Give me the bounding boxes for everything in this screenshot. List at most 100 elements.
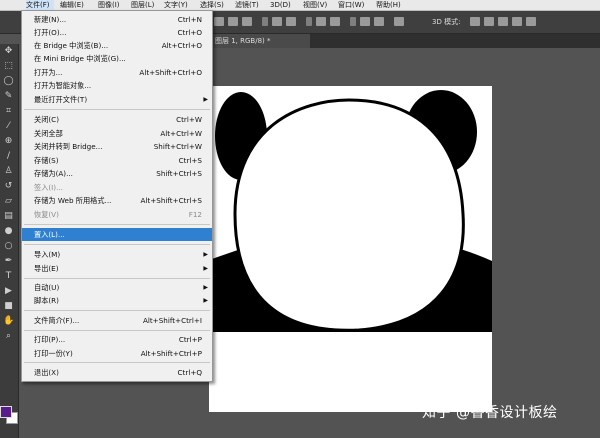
menu-item-save[interactable]: 存储(S) Ctrl+S [22,154,212,167]
align-right-icon[interactable] [286,17,296,26]
menu-item-label: 关闭(C) [34,115,60,124]
menu-item-import[interactable]: 导入(M) ▶ [22,248,212,261]
menu-filter[interactable]: 滤镜(T) [235,0,259,10]
menu-edit[interactable]: 编辑(E) [60,0,84,10]
pen-tool-icon[interactable]: ✒ [3,256,14,267]
menu-item-scripts[interactable]: 脚本(R) ▶ [22,294,212,307]
menu-item-new[interactable]: 新建(N)... Ctrl+N [22,13,212,26]
gradient-icon[interactable]: ▤ [3,211,14,222]
menu-separator [24,224,210,225]
healing-brush-icon[interactable]: ⊕ [3,136,14,147]
menu-3d[interactable]: 3D(D) [270,0,291,10]
3d-scale-icon[interactable] [526,17,536,26]
menu-item-label: 新建(N)... [34,15,67,24]
menu-file[interactable]: 文件(F) [26,0,54,10]
menu-item-save-as[interactable]: 存储为(A)... Shift+Ctrl+S [22,167,212,180]
menu-item-label: 存储为(A)... [34,169,73,178]
menu-item-label: 最近打开文件(T) [34,95,88,104]
eyedropper-icon[interactable]: ⁄ [3,121,14,132]
type-tool-icon[interactable]: T [3,271,14,282]
align-top-icon[interactable] [214,17,224,26]
distribute-hcenter-icon[interactable] [360,17,370,26]
clone-stamp-icon[interactable]: ♙ [3,166,14,177]
path-select-icon[interactable]: ▶ [3,286,14,297]
align-vcenter-icon[interactable] [228,17,238,26]
hand-tool-icon[interactable]: ✋ [3,316,14,327]
tools-panel: ✥ ⬚ ◯ ✎ ⌗ ⁄ ⊕ / ♙ ↺ ▱ ▤ ● ○ ✒ T ▶ ■ ✋ ⌕ [0,44,19,438]
align-left-icon[interactable] [262,17,268,26]
menu-item-print-one-copy[interactable]: 打印一份(Y) Alt+Shift+Ctrl+P [22,347,212,360]
menu-item-automate[interactable]: 自动(U) ▶ [22,281,212,294]
menu-item-label: 置入(L)... [34,230,65,239]
menu-item-close-all[interactable]: 关闭全部 Alt+Ctrl+W [22,127,212,140]
menu-item-export[interactable]: 导出(E) ▶ [22,262,212,275]
distribute-right-icon[interactable] [374,17,384,26]
menu-item-save-for-web[interactable]: 存储为 Web 所用格式... Alt+Shift+Ctrl+S [22,194,212,207]
menu-item-open-recent[interactable]: 最近打开文件(T) ▶ [22,93,212,106]
menu-item-open[interactable]: 打开(O)... Ctrl+O [22,26,212,39]
marquee-tool-icon[interactable]: ⬚ [3,61,14,72]
eraser-icon[interactable]: ▱ [3,196,14,207]
foreground-color-swatch[interactable] [0,406,12,418]
zoom-tool-icon[interactable]: ⌕ [3,331,14,342]
menu-item-label: 签入(I)... [34,183,63,192]
3d-roll-icon[interactable] [484,17,494,26]
menu-item-label: 在 Mini Bridge 中浏览(G)... [34,54,126,63]
menu-separator [24,278,210,279]
menu-item-close[interactable]: 关闭(C) Ctrl+W [22,113,212,126]
brush-tool-icon[interactable]: / [3,151,14,162]
menu-item-label: 退出(X) [34,368,59,377]
submenu-arrow-icon: ▶ [203,265,208,272]
menu-item-label: 导出(E) [34,264,59,273]
menu-item-open-smart-object[interactable]: 打开为智能对象... [22,79,212,92]
menu-item-label: 打开(O)... [34,28,67,37]
auto-align-icon[interactable] [394,17,404,26]
document-tab[interactable]: 图层 1, RGB/8) * [212,34,310,48]
menu-item-label: 文件简介(F)... [34,316,80,325]
menu-item-place[interactable]: 置入(L)... [22,228,212,241]
menu-item-shortcut: Ctrl+W [176,115,202,124]
menu-image[interactable]: 图像(I) [98,0,120,10]
menu-layer[interactable]: 图层(L) [131,0,154,10]
history-brush-icon[interactable]: ↺ [3,181,14,192]
menu-item-label: 打印一份(Y) [34,349,73,358]
shape-tool-icon[interactable]: ■ [3,301,14,312]
3d-slide-icon[interactable] [512,17,522,26]
menu-item-open-as[interactable]: 打开为... Alt+Shift+Ctrl+O [22,66,212,79]
menu-item-exit[interactable]: 退出(X) Ctrl+Q [22,366,212,379]
menu-item-browse-mini-bridge[interactable]: 在 Mini Bridge 中浏览(G)... [22,52,212,65]
menu-select[interactable]: 选择(S) [200,0,224,10]
3d-pan-icon[interactable] [498,17,508,26]
distribute-left-icon[interactable] [350,17,356,26]
menu-window[interactable]: 窗口(W) [338,0,364,10]
document-canvas[interactable] [209,86,492,412]
menu-item-file-info[interactable]: 文件简介(F)... Alt+Shift+Ctrl+I [22,314,212,327]
menu-item-label: 关闭全部 [34,129,63,138]
menu-item-browse-bridge[interactable]: 在 Bridge 中浏览(B)... Alt+Ctrl+O [22,39,212,52]
align-bottom-icon[interactable] [242,17,252,26]
distribute-bottom-icon[interactable] [330,17,340,26]
menu-item-print[interactable]: 打印(P)... Ctrl+P [22,333,212,346]
menu-item-close-go-bridge[interactable]: 关闭并转到 Bridge... Shift+Ctrl+W [22,140,212,153]
menu-item-check-in: 签入(I)... [22,181,212,194]
quick-select-icon[interactable]: ✎ [3,91,14,102]
blur-icon[interactable]: ● [3,226,14,237]
menu-item-shortcut: Ctrl+O [177,28,202,37]
menu-item-shortcut: Alt+Shift+Ctrl+O [139,68,202,77]
crop-tool-icon[interactable]: ⌗ [3,106,14,117]
menu-view[interactable]: 视图(V) [303,0,327,10]
lasso-tool-icon[interactable]: ◯ [3,76,14,87]
3d-rotate-icon[interactable] [470,17,480,26]
submenu-arrow-icon: ▶ [203,96,208,103]
menu-item-label: 打印(P)... [34,335,66,344]
move-tool-icon[interactable]: ✥ [3,46,14,57]
menu-type[interactable]: 文字(Y) [164,0,188,10]
menu-item-shortcut: Shift+Ctrl+S [156,169,202,178]
menu-help[interactable]: 帮助(H) [376,0,401,10]
menu-item-label: 导入(M) [34,250,61,259]
menu-separator [24,109,210,110]
distribute-top-icon[interactable] [306,17,312,26]
dodge-icon[interactable]: ○ [3,241,14,252]
align-hcenter-icon[interactable] [272,17,282,26]
distribute-vcenter-icon[interactable] [316,17,326,26]
